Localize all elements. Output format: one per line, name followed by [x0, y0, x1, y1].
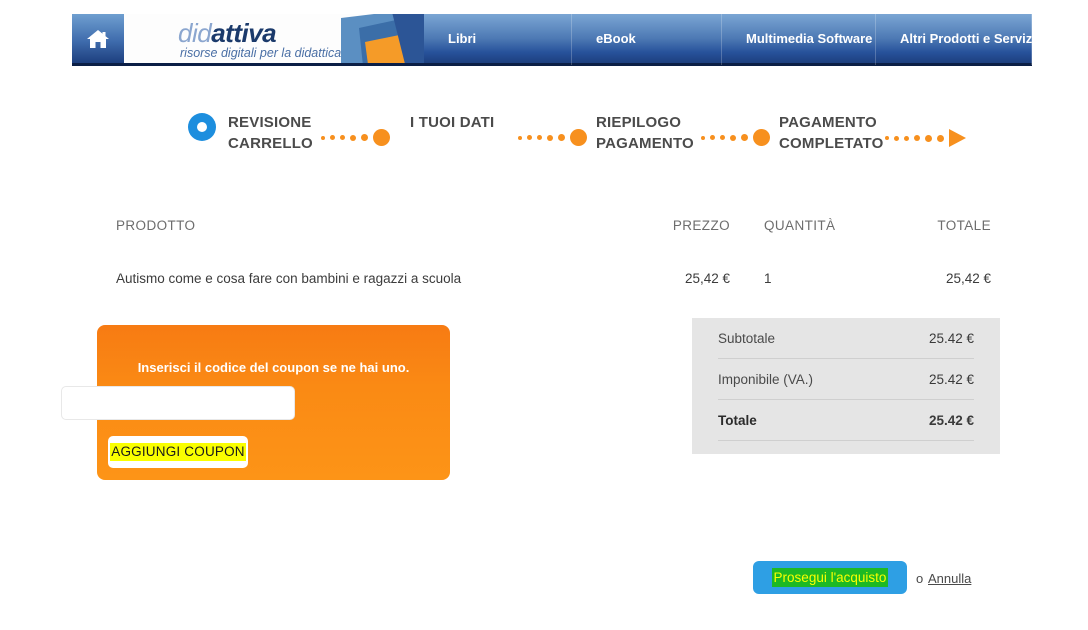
home-button[interactable]: [72, 14, 124, 66]
column-header-product: PRODOTTO: [116, 218, 196, 233]
step-label: RIEPILOGO PAGAMENTO: [596, 114, 694, 152]
step-connector-arrow: [885, 129, 966, 147]
cancel-link[interactable]: Annulla: [928, 571, 971, 586]
main-navigation: Libri eBook Multimedia Software Altri Pr…: [424, 12, 1036, 66]
summary-row-taxable: Imponibile (VA.) 25.42 €: [718, 359, 974, 400]
summary-amount: 25.42 €: [928, 371, 974, 387]
nav-item-label: Altri Prodotti e Servizi: [900, 31, 1036, 46]
nav-item-altri-prodotti-e-servizi[interactable]: Altri Prodotti e Servizi: [876, 12, 1036, 65]
logo-word-attiva: attiva: [211, 18, 277, 48]
column-header-total: TOTALE: [937, 218, 991, 233]
cart-table-header: PRODOTTO PREZZO QUANTITÀ TOTALE: [116, 218, 991, 246]
step-label: REVISIONE CARRELLO: [228, 114, 313, 152]
nav-item-label: Multimedia Software: [746, 31, 873, 46]
step-connector-3: [701, 129, 770, 146]
cart-item-total: 25,42 €: [945, 271, 991, 286]
step-label: PAGAMENTO COMPLETATO: [779, 114, 884, 152]
logo-wordmark: didattiva: [178, 18, 277, 49]
summary-label: Imponibile (VA.): [718, 371, 814, 387]
coupon-title: Inserisci il codice del coupon se ne hai…: [137, 360, 410, 375]
proceed-to-checkout-button[interactable]: Prosegui l'acquisto: [753, 561, 907, 594]
coupon-code-input[interactable]: [61, 386, 295, 420]
nav-item-libri[interactable]: Libri: [424, 12, 573, 65]
table-row: Autismo come e cosa fare con bambini e r…: [116, 271, 991, 299]
column-header-quantity: QUANTITÀ: [764, 218, 836, 233]
nav-item-label: Libri: [448, 31, 477, 46]
cart-item-price: 25,42 €: [684, 271, 730, 286]
step-connector-2: [518, 129, 587, 146]
cart-item-quantity: 1: [764, 271, 772, 286]
step-label: I TUOI DATI: [410, 114, 495, 131]
summary-amount: 25.42 €: [928, 330, 974, 346]
step-current-ring-icon: [188, 113, 216, 141]
step-pagamento-completato: PAGAMENTO COMPLETATO: [779, 112, 884, 154]
step-revisione-carrello: REVISIONE CARRELLO: [188, 112, 313, 154]
step-riepilogo-pagamento: RIEPILOGO PAGAMENTO: [596, 112, 694, 154]
column-header-price: PREZZO: [672, 218, 730, 233]
proceed-to-checkout-label: Prosegui l'acquisto: [771, 568, 889, 587]
nav-item-ebook[interactable]: eBook: [572, 12, 722, 65]
add-coupon-button-label: AGGIUNGI COUPON: [110, 443, 246, 461]
summary-amount: 25.42 €: [928, 412, 974, 428]
summary-label: Totale: [718, 412, 757, 428]
nav-item-label: eBook: [596, 31, 636, 46]
cart-item-name: Autismo come e cosa fare con bambini e r…: [116, 271, 462, 286]
summary-row-subtotal: Subtotale 25.42 €: [718, 318, 974, 359]
or-separator-label: o: [916, 571, 924, 586]
home-icon: [86, 28, 110, 50]
checkout-progress: REVISIONE CARRELLO I TUOI DATI RIEPILOGO…: [188, 112, 978, 164]
site-header: didattiva risorse digitali per la didatt…: [72, 12, 1036, 66]
step-connector-1: [321, 129, 390, 146]
order-summary-panel: Subtotale 25.42 € Imponibile (VA.) 25.42…: [692, 318, 1000, 454]
logo-tagline: risorse digitali per la didattica: [180, 46, 342, 60]
logo-pages-icon: [329, 14, 424, 63]
nav-item-multimedia-software[interactable]: Multimedia Software: [722, 12, 876, 65]
site-logo[interactable]: didattiva risorse digitali per la didatt…: [124, 14, 424, 66]
summary-label: Subtotale: [718, 330, 776, 346]
logo-word-did: did: [178, 18, 212, 48]
step-i-tuoi-dati: I TUOI DATI: [410, 112, 494, 133]
cart-table: PRODOTTO PREZZO QUANTITÀ TOTALE Autismo …: [116, 218, 991, 299]
add-coupon-button[interactable]: AGGIUNGI COUPON: [108, 436, 248, 468]
summary-row-total: Totale 25.42 €: [718, 400, 974, 441]
